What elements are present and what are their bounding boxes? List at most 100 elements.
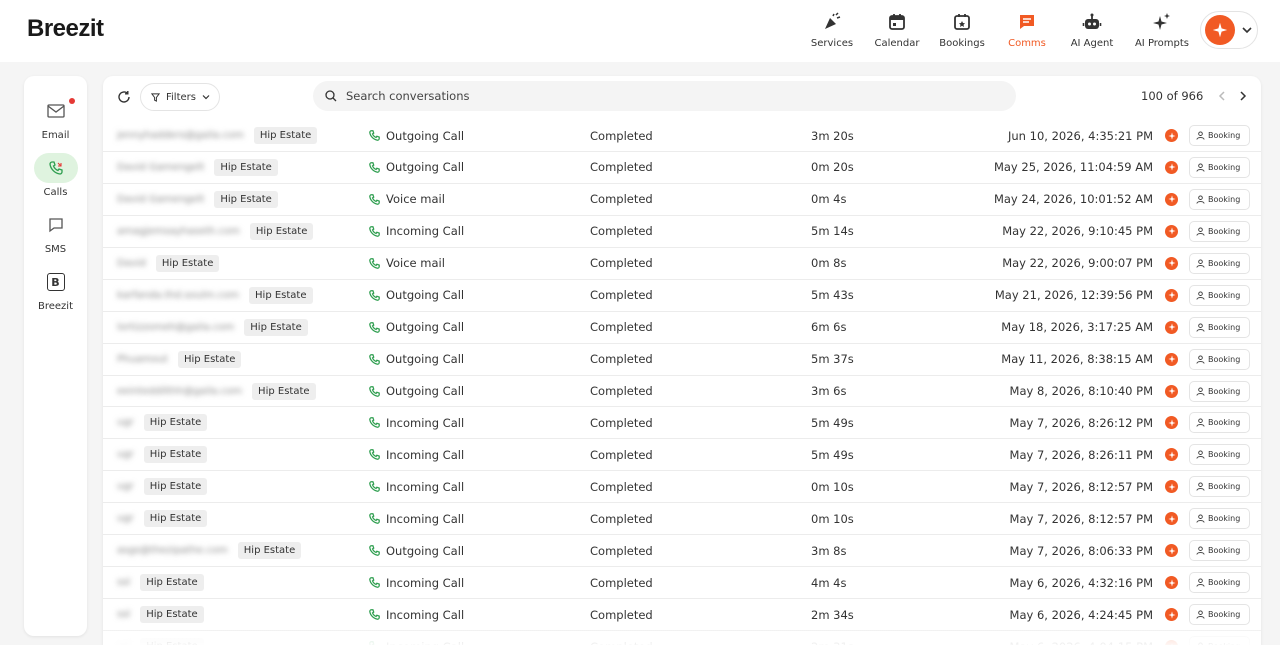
- nav-comms[interactable]: Comms: [1002, 8, 1052, 49]
- status-cell: Completed: [590, 503, 653, 534]
- phone-icon: [369, 385, 380, 397]
- call-type-cell: Incoming Call: [369, 471, 464, 502]
- breezit-logo[interactable]: Breezit: [27, 15, 104, 43]
- chevron-left-icon[interactable]: [1216, 90, 1228, 102]
- breezit-agent-icon: [1165, 544, 1178, 558]
- booking-label: Booking: [1208, 418, 1241, 428]
- booking-button[interactable]: Booking: [1189, 476, 1250, 498]
- user-icon: [1196, 610, 1205, 619]
- table-row[interactable]: David Gamengelt Hip Estate Outgoing Call…: [103, 152, 1261, 184]
- user-icon: [1196, 386, 1205, 396]
- status-cell: Completed: [590, 407, 653, 438]
- nav-ai-prompts[interactable]: AI Prompts: [1132, 8, 1192, 49]
- booking-button[interactable]: Booking: [1189, 156, 1250, 178]
- contact-cell: asgs@thezipathe.com Hip Estate: [117, 535, 302, 566]
- date-cell: May 22, 2026, 9:00:07 PM: [1002, 248, 1153, 279]
- call-type: Outgoing Call: [386, 320, 465, 335]
- table-row[interactable]: ssl Hip Estate Incoming Call Completed 2…: [103, 631, 1261, 645]
- table-row[interactable]: David Hip Estate Voice mail Completed 0m…: [103, 248, 1261, 280]
- refresh-icon[interactable]: [117, 90, 131, 104]
- call-type: Voice mail: [386, 256, 445, 271]
- contact-name: ugr: [117, 481, 134, 493]
- breezit-icon-wrap: B: [34, 267, 78, 297]
- table-row[interactable]: amagjemsayhaseth.com Hip Estate Incoming…: [103, 216, 1261, 248]
- sms-icon-wrap: [34, 210, 78, 240]
- phone-icon: [369, 449, 380, 461]
- sidebar-item-breezit[interactable]: B Breezit: [24, 267, 87, 312]
- sidebar-item-email[interactable]: Email: [24, 96, 87, 141]
- status-cell: Completed: [590, 535, 653, 566]
- booking-button[interactable]: Booking: [1189, 412, 1250, 434]
- call-status: Completed: [590, 384, 653, 398]
- table-row[interactable]: eeinteddilthh@gaila.com Hip Estate Outgo…: [103, 376, 1261, 408]
- booking-button[interactable]: Booking: [1189, 540, 1250, 562]
- sparkle-icon: [1167, 419, 1176, 427]
- business-tag: Hip Estate: [252, 382, 316, 400]
- filters-button[interactable]: Filters: [140, 83, 220, 111]
- search-input[interactable]: [346, 89, 986, 103]
- sparkle-icon: [1167, 579, 1176, 587]
- phone-icon: [48, 161, 63, 175]
- duration-cell: 5m 37s: [811, 344, 854, 375]
- call-date: May 11, 2026, 8:38:15 AM: [1001, 352, 1153, 367]
- call-duration: 3m 8s: [811, 543, 847, 558]
- duration-cell: 3m 8s: [811, 535, 846, 566]
- booking-button[interactable]: Booking: [1189, 380, 1250, 402]
- booking-label: Booking: [1208, 322, 1241, 332]
- table-row[interactable]: jennyhadders@gaila.com Hip Estate Outgoi…: [103, 120, 1261, 152]
- table-row[interactable]: Phuamout Hip Estate Outgoing Call Comple…: [103, 344, 1261, 376]
- nav-label: Calendar: [874, 38, 920, 49]
- table-row[interactable]: ugr Hip Estate Incoming Call Completed 0…: [103, 471, 1261, 504]
- call-type: Outgoing Call: [386, 160, 465, 175]
- table-row[interactable]: ugr Hip Estate Incoming Call Completed 5…: [103, 407, 1261, 440]
- call-date: May 8, 2026, 8:10:40 PM: [1009, 384, 1153, 398]
- breezit-agent-icon: [1165, 448, 1178, 462]
- nav-label: Bookings: [939, 38, 985, 49]
- date-cell: May 8, 2026, 8:10:40 PM: [1010, 376, 1153, 407]
- robot-icon: [1082, 13, 1102, 29]
- booking-button[interactable]: Booking: [1189, 188, 1250, 210]
- table-row[interactable]: ssl Hip Estate Incoming Call Completed 2…: [103, 599, 1261, 631]
- profile-menu[interactable]: [1200, 11, 1258, 49]
- booking-button[interactable]: Booking: [1189, 220, 1250, 242]
- booking-button[interactable]: Booking: [1189, 348, 1250, 370]
- booking-button[interactable]: Booking: [1189, 636, 1250, 645]
- nav-bookings[interactable]: Bookings: [936, 8, 988, 49]
- booking-button[interactable]: Booking: [1189, 572, 1250, 594]
- nav-ai-agent[interactable]: AI Agent: [1066, 8, 1118, 49]
- status-cell: Completed: [590, 184, 653, 215]
- sidebar-item-calls[interactable]: Calls: [24, 153, 87, 198]
- business-tag: Hip Estate: [140, 606, 204, 624]
- booking-button[interactable]: Booking: [1189, 604, 1250, 626]
- nav-services[interactable]: Services: [806, 8, 858, 49]
- booking-button[interactable]: Booking: [1189, 125, 1250, 146]
- booking-button[interactable]: Booking: [1189, 316, 1250, 338]
- booking-label: Booking: [1208, 386, 1241, 396]
- table-row[interactable]: ugr Hip Estate Incoming Call Completed 0…: [103, 503, 1261, 536]
- business-tag: Hip Estate: [143, 478, 208, 496]
- call-duration: 5m 43s: [811, 288, 854, 303]
- booking-button[interactable]: Booking: [1189, 444, 1250, 466]
- booking-button[interactable]: Booking: [1189, 508, 1250, 530]
- business-tag: Hip Estate: [237, 542, 302, 560]
- chevron-right-icon[interactable]: [1237, 90, 1249, 102]
- contact-cell: ssl Hip Estate: [117, 567, 204, 598]
- nav-calendar[interactable]: Calendar: [872, 8, 922, 49]
- user-icon: [1196, 291, 1205, 300]
- business-tag: Hip Estate: [214, 190, 278, 208]
- agent-badge-cell: [1165, 599, 1178, 630]
- table-row[interactable]: ssl Hip Estate Incoming Call Completed 4…: [103, 567, 1261, 600]
- duration-cell: 5m 49s: [811, 439, 854, 470]
- table-row[interactable]: ugr Hip Estate Incoming Call Completed 5…: [103, 439, 1261, 472]
- sidebar-item-sms[interactable]: SMS: [24, 210, 87, 255]
- booking-button[interactable]: Booking: [1189, 284, 1250, 306]
- business-tag: Hip Estate: [140, 638, 204, 645]
- table-row[interactable]: lortizzomeh@gaila.com Hip Estate Outgoin…: [103, 312, 1261, 344]
- phone-icon: [369, 545, 380, 557]
- booking-button[interactable]: Booking: [1189, 252, 1250, 274]
- table-row[interactable]: karfanda.thd.soulm.com Hip Estate Outgoi…: [103, 280, 1261, 312]
- table-row[interactable]: David Gamengelt Hip Estate Voice mail Co…: [103, 184, 1261, 216]
- table-row[interactable]: asgs@thezipathe.com Hip Estate Outgoing …: [103, 535, 1261, 568]
- contact-cell: ugr Hip Estate: [117, 471, 208, 502]
- call-type: Outgoing Call: [386, 128, 465, 143]
